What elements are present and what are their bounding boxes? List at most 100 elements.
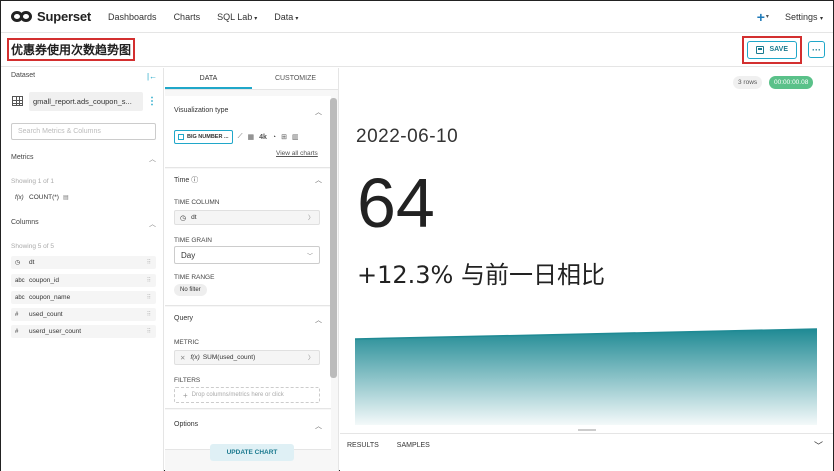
update-chart-button[interactable]: UPDATE CHART — [210, 444, 294, 461]
bar-chart-icon[interactable]: ⊞ — [281, 133, 287, 141]
metrics-count: Showing 1 of 1 — [11, 178, 55, 185]
viz-type-row: BIG NUMBER ... ⟋ ▦ 4k ◔ ⊞ ▥ — [174, 130, 304, 144]
dataset-menu-icon[interactable]: ⋮ — [147, 96, 157, 107]
collapse-panel-icon[interactable]: |← — [147, 72, 157, 81]
plus-icon: + — [183, 390, 188, 400]
column-item-dt[interactable]: ◷ dt ⠿ — [11, 256, 156, 269]
nav-charts[interactable]: Charts — [174, 12, 201, 22]
trendline-area — [355, 329, 817, 425]
chevron-up-icon[interactable]: ︿ — [315, 315, 322, 325]
big-number-subheader: +12.3% 与前一日相比 — [357, 261, 605, 289]
line-chart-icon[interactable]: ⟋ — [238, 133, 243, 141]
plus-icon[interactable]: + — [757, 9, 765, 25]
chevron-up-icon[interactable]: ︿ — [315, 175, 322, 185]
time-column-field[interactable]: ◷ dt 〉 — [174, 210, 320, 225]
tab-results[interactable]: RESULTS — [347, 442, 379, 449]
control-panel: DATA CUSTOMIZE — [165, 68, 339, 471]
chevron-down-icon: ▾ — [819, 15, 823, 22]
metrics-section-header[interactable]: Metrics ︿ — [11, 154, 156, 164]
tab-customize[interactable]: CUSTOMIZE — [252, 68, 338, 89]
clock-icon: ◷ — [15, 260, 21, 266]
column-item-userd-user-count[interactable]: # userd_user_count ⠿ — [11, 325, 156, 338]
column-name: used_count — [29, 311, 63, 318]
save-button[interactable]: SAVE — [747, 40, 797, 59]
numeric-type-icon: # — [15, 311, 19, 318]
settings-menu[interactable]: Settings ▾ — [785, 12, 823, 22]
metric-name: COUNT(*) — [29, 194, 59, 201]
column-item-coupon-id[interactable]: abc coupon_id ⠿ — [11, 274, 156, 287]
save-highlight: SAVE — [742, 35, 802, 64]
nav-data[interactable]: Data ▾ — [274, 12, 298, 22]
string-type-icon: abc — [15, 294, 25, 301]
nav-sql-lab[interactable]: SQL Lab ▾ — [217, 12, 257, 22]
logo-text: Superset — [37, 9, 92, 24]
view-all-charts-link[interactable]: View all charts — [276, 150, 318, 157]
chevron-down-icon[interactable]: ▾ — [766, 13, 769, 20]
filters-label: FILTERS — [174, 377, 201, 384]
column-item-coupon-name[interactable]: abc coupon_name ⠿ — [11, 291, 156, 304]
nav-dashboards[interactable]: Dashboards — [108, 12, 157, 22]
string-type-icon: abc — [15, 277, 25, 284]
control-tabs: DATA CUSTOMIZE — [165, 68, 338, 90]
area-chart-icon[interactable]: ▥ — [292, 133, 299, 141]
superset-logo-icon — [11, 11, 33, 22]
scrollbar[interactable] — [330, 98, 337, 378]
chevron-up-icon[interactable]: ︿ — [315, 107, 322, 117]
options-section-title[interactable]: Options — [174, 421, 198, 428]
viz-type-title: Visualization type — [174, 107, 229, 114]
column-name: coupon_name — [29, 294, 71, 301]
drag-handle-icon[interactable]: ⠿ — [147, 294, 152, 301]
drag-handle-icon[interactable]: ⠿ — [147, 311, 152, 318]
filters-placeholder: Drop columns/metrics here or click — [191, 392, 284, 398]
column-item-used-count[interactable]: # used_count ⠿ — [11, 308, 156, 321]
big-number-icon — [178, 134, 184, 140]
column-name: dt — [29, 259, 35, 266]
drag-handle-icon[interactable]: ⠿ — [147, 259, 152, 266]
remove-icon[interactable]: ✕ — [180, 354, 185, 362]
time-grain-label: TIME GRAIN — [174, 237, 212, 244]
numeric-type-icon: # — [15, 328, 19, 335]
metric-field[interactable]: ✕ f(x) SUM(used_count) 〉 — [174, 350, 320, 365]
column-name: coupon_id — [29, 277, 59, 284]
chevron-up-icon[interactable]: ︿ — [149, 219, 156, 229]
chevron-up-icon[interactable]: ︿ — [315, 421, 322, 431]
table-chart-icon[interactable]: ▦ — [247, 133, 254, 141]
filters-drop-zone[interactable]: + Drop columns/metrics here or click — [174, 387, 320, 403]
superset-logo[interactable]: Superset — [11, 9, 91, 24]
resize-handle[interactable] — [578, 429, 596, 431]
pie-chart-icon[interactable]: ◔ — [272, 134, 276, 141]
drag-handle-icon[interactable]: ⠿ — [147, 277, 152, 284]
time-grain-select[interactable]: Day ﹀ — [174, 246, 320, 264]
metric-item[interactable]: f(x) COUNT(*) ▤ — [11, 191, 156, 204]
chevron-down-icon: ▾ — [295, 15, 299, 22]
chart-header: 优惠券使用次数趋势图 SAVE ··· — [1, 33, 833, 67]
row-count-badge: 3 rows — [733, 76, 763, 89]
function-icon: f(x) — [15, 194, 24, 201]
time-range-filter[interactable]: No filter — [174, 284, 207, 296]
query-section-title[interactable]: Query — [174, 315, 193, 322]
dataset-selector[interactable]: gmall_report.ads_coupon_s... ⋮ — [9, 91, 157, 111]
time-column-value: dt — [191, 214, 197, 221]
search-metrics-input[interactable]: Search Metrics & Columns — [11, 123, 156, 140]
time-section-title[interactable]: Time ⓘ — [174, 175, 198, 185]
dataset-name[interactable]: gmall_report.ads_coupon_s... — [29, 91, 143, 111]
big-number-date: 2022-06-10 — [356, 126, 459, 147]
metrics-label: Metrics — [11, 154, 34, 161]
chevron-up-icon[interactable]: ︿ — [149, 154, 156, 164]
chevron-right-icon: 〉 — [307, 356, 314, 362]
data-tabs: RESULTS SAMPLES ﹀ — [340, 433, 833, 457]
save-label: SAVE — [769, 46, 788, 53]
chart-title[interactable]: 优惠券使用次数趋势图 — [7, 38, 136, 61]
drag-handle-icon[interactable]: ⠿ — [147, 328, 152, 335]
query-time-badge: 00:00:00.08 — [769, 76, 814, 89]
viz-type-selector[interactable]: BIG NUMBER ... — [174, 130, 233, 144]
more-options-button[interactable]: ··· — [808, 41, 825, 58]
tab-samples[interactable]: SAMPLES — [397, 442, 430, 449]
time-range-label: TIME RANGE — [174, 274, 215, 281]
time-column-label: TIME COLUMN — [174, 199, 220, 206]
columns-count: Showing 5 of 5 — [11, 243, 55, 250]
chevron-down-icon[interactable]: ﹀ — [814, 439, 823, 452]
columns-section-header[interactable]: Columns ︿ — [11, 219, 156, 229]
tab-data[interactable]: DATA — [165, 68, 252, 89]
big-number-total-icon[interactable]: 4k — [259, 134, 267, 141]
